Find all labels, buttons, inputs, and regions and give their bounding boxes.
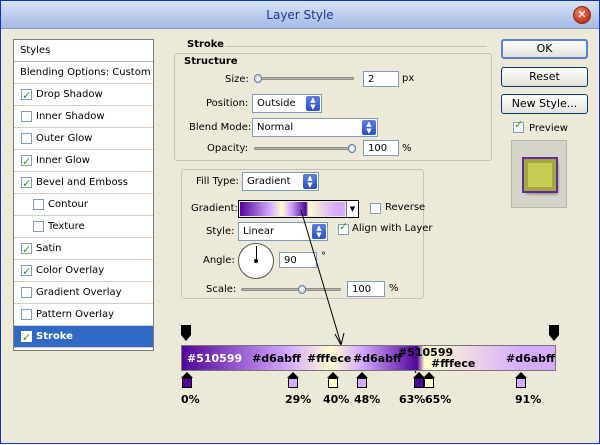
color-stop-6[interactable] xyxy=(515,372,527,389)
stop-color-label-0: #510599 xyxy=(187,352,243,365)
stop-percent-2: 40% xyxy=(323,393,350,406)
color-stop-5[interactable] xyxy=(423,372,435,389)
stop-percent-4: 63% xyxy=(399,393,426,406)
color-stop-0[interactable] xyxy=(181,372,193,389)
stop-color-label-3: #d6abff xyxy=(353,352,402,365)
color-stop-1[interactable] xyxy=(287,372,299,389)
stop-percent-6: 91% xyxy=(515,393,542,406)
annotation-arrows xyxy=(300,209,417,374)
stop-percent-1: 29% xyxy=(285,393,312,406)
layer-style-dialog: Layer Style ✕ Styles Blending Options: C… xyxy=(0,0,600,444)
opacity-stop-left[interactable] xyxy=(181,325,191,341)
stop-percent-5: 65% xyxy=(425,393,452,406)
stop-percent-3: 48% xyxy=(354,393,381,406)
color-stop-3[interactable] xyxy=(356,372,368,389)
color-stop-2[interactable] xyxy=(327,372,339,389)
stop-color-label-6: #d6abff xyxy=(506,352,555,365)
annotation-arrow-1 xyxy=(300,209,342,345)
opacity-stop-right[interactable] xyxy=(549,325,559,341)
stop-color-label-2: #fffece xyxy=(307,352,352,365)
stop-color-label-1: #d6abff xyxy=(252,352,301,365)
stop-percent-0: 0% xyxy=(181,393,200,406)
stop-color-label-5: #fffece xyxy=(431,357,476,370)
